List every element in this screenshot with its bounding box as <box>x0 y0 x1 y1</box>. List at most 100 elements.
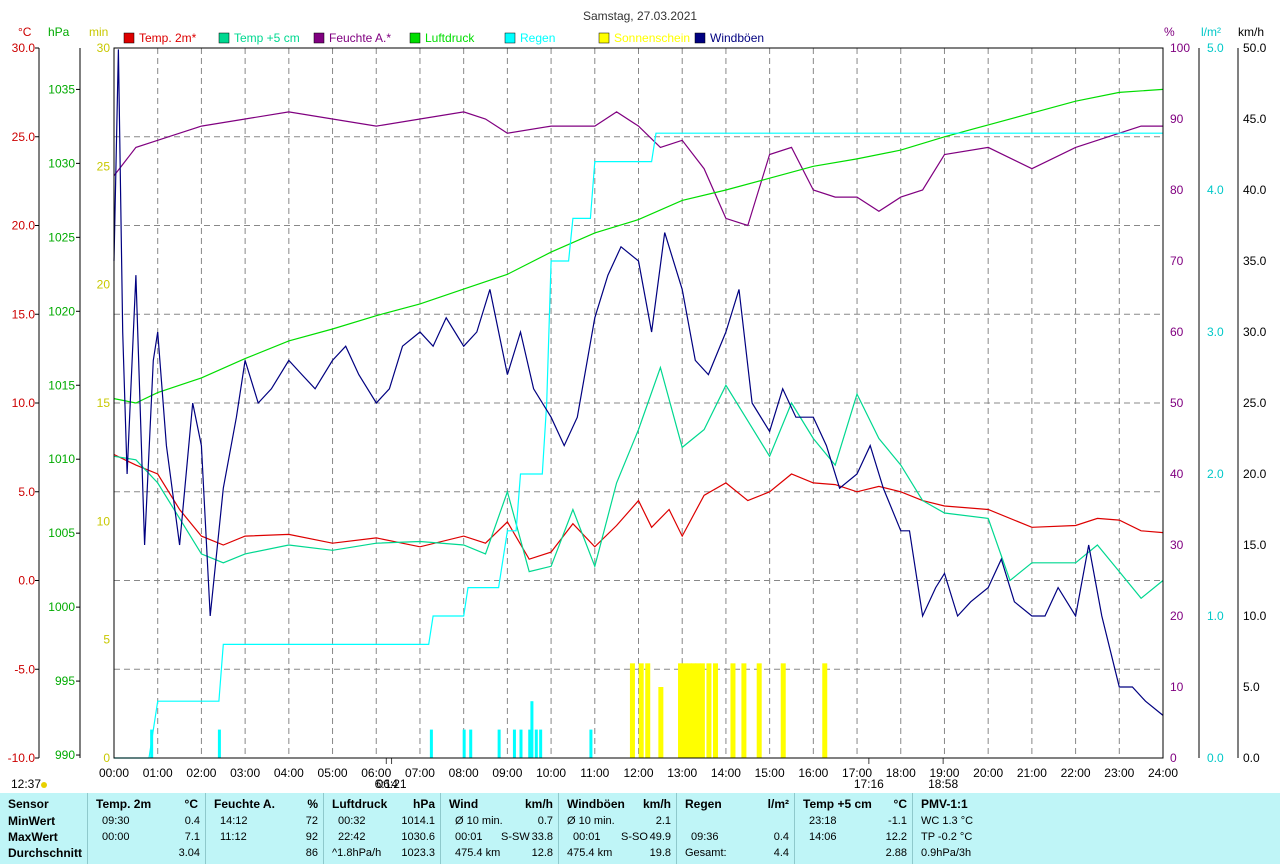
wind-unit: km/h <box>524 797 553 811</box>
pressure-unit-label: hPa <box>48 25 70 39</box>
summary-col-sensor: Sensor MinWert MaxWert Durchschnitt <box>0 793 87 864</box>
sunshine-bar <box>712 663 718 758</box>
marker-label: 18:58 <box>928 777 958 791</box>
marker-label: 12:37 <box>11 777 41 791</box>
legend-swatch <box>598 32 610 44</box>
rain-tick-label: 1.0 <box>1207 609 1224 623</box>
sunshine-bar <box>695 663 701 758</box>
rain-bar <box>589 729 593 758</box>
gusts-unit: km/h <box>642 797 671 811</box>
legend-label: Temp. 2m* <box>139 31 197 45</box>
humidity-tick-label: 80 <box>1170 183 1184 197</box>
gusts-header: Windböen <box>567 797 625 811</box>
humidity-tick-label: 50 <box>1170 396 1184 410</box>
gusts-max-dir: S-SO <box>621 831 648 843</box>
pressure-header: Luftdruck <box>332 797 388 811</box>
x-tick-label: 16:00 <box>798 766 828 780</box>
sunshine-bar <box>706 663 712 758</box>
wind-tick-label: 0.0 <box>1243 751 1260 765</box>
rain-bar <box>462 729 466 758</box>
pressure-tick-label: 990 <box>55 748 75 762</box>
temp-tick-label: 0.0 <box>18 574 35 588</box>
summary-col-humidity: Feuchte A. % 14:12 72 11:12 92 86 <box>205 793 324 864</box>
temp5cm-max-time: 14:06 <box>809 831 837 843</box>
row-label-avg: Durchschnitt <box>8 846 83 860</box>
x-tick-label: 24:00 <box>1148 766 1178 780</box>
summary-col-rain: Regen l/m² 09:36 0.4 Gesamt: 4.4 <box>676 793 795 864</box>
chart-title: Samstag, 27.03.2021 <box>583 9 697 23</box>
legend-swatch <box>313 32 325 44</box>
humidity-tick-label: 30 <box>1170 538 1184 552</box>
wind-min: 0.7 <box>537 815 553 827</box>
sun-marker-icon <box>41 782 47 788</box>
temp2m-header: Temp. 2m <box>96 797 152 811</box>
wind-tick-label: 30.0 <box>1243 325 1267 339</box>
humidity-min-time: 14:12 <box>220 815 248 827</box>
x-tick-label: 01:00 <box>143 766 173 780</box>
rain-bar <box>429 729 433 758</box>
sun-tick-label: 5 <box>103 633 110 647</box>
rain-bar <box>519 729 523 758</box>
humidity-unit-label: % <box>1164 25 1175 39</box>
marker-label: 17:16 <box>854 777 884 791</box>
sun-unit-label: min <box>89 25 108 39</box>
temp-unit-label: °C <box>18 25 32 39</box>
pressure-min: 1014.1 <box>401 815 435 827</box>
humidity-max-time: 11:12 <box>220 831 247 843</box>
legend-label: Temp +5 cm <box>234 31 300 45</box>
wind-tick-label: 15.0 <box>1243 538 1267 552</box>
rain-tick-label: 2.0 <box>1207 467 1224 481</box>
x-tick-label: 04:00 <box>274 766 304 780</box>
humidity-header: Feuchte A. <box>214 797 275 811</box>
x-tick-label: 23:00 <box>1104 766 1134 780</box>
wind-tick-label: 20.0 <box>1243 467 1267 481</box>
pressure-tick-label: 1000 <box>48 600 75 614</box>
wind-max-time: 00:01 <box>455 831 483 843</box>
x-tick-label: 05:00 <box>318 766 348 780</box>
sun-tick-label: 25 <box>97 159 111 173</box>
legend-swatch <box>409 32 421 44</box>
summary-col-wind: Wind km/h Ø 10 min. 0.7 00:01 S-SW 33.8 … <box>440 793 559 864</box>
pressure-tick-label: 1035 <box>48 82 75 96</box>
wind-tick-label: 40.0 <box>1243 183 1267 197</box>
rain-tick-label: 4.0 <box>1207 183 1224 197</box>
sun-tick-label: 10 <box>97 514 111 528</box>
legend-label: Regen <box>520 31 555 45</box>
sunshine-bar <box>678 663 684 758</box>
pressure-avg: 1023.3 <box>401 847 435 859</box>
temp-tick-label: 20.0 <box>12 219 36 233</box>
x-tick-label: 12:00 <box>623 766 653 780</box>
humidity-tick-label: 40 <box>1170 467 1184 481</box>
rain-unit: l/m² <box>767 797 789 811</box>
pressure-tick-label: 1005 <box>48 526 75 540</box>
x-tick-label: 10:00 <box>536 766 566 780</box>
gusts-distance: 475.4 km <box>567 847 613 859</box>
wind-max: 33.8 <box>531 831 553 843</box>
sunshine-bar <box>682 663 688 758</box>
pmv-trend: 0.9hPa/3h <box>921 847 972 859</box>
pressure-max: 1030.6 <box>401 831 435 843</box>
row-label-min: MinWert <box>8 814 56 828</box>
summary-col-gusts: Windböen km/h Ø 10 min. 2.1 00:01 S-SO 4… <box>558 793 677 864</box>
x-tick-label: 07:00 <box>405 766 435 780</box>
humidity-tick-label: 70 <box>1170 254 1184 268</box>
temp2m-min-time: 09:30 <box>102 815 130 827</box>
summary-col-pressure: Luftdruck hPa 00:32 1014.1 22:42 1030.6 … <box>323 793 441 864</box>
series-line-regen <box>114 132 1163 759</box>
humidity-avg: 86 <box>305 847 318 859</box>
rain-bar <box>497 729 501 758</box>
temp2m-avg: 3.04 <box>178 847 200 859</box>
legend-label: Luftdruck <box>425 31 475 45</box>
temp5cm-min: -1.1 <box>888 815 907 827</box>
sunshine-bar <box>658 687 664 758</box>
x-tick-label: 13:00 <box>667 766 697 780</box>
rain-tick-label: 5.0 <box>1207 41 1224 55</box>
wind-header: Wind <box>449 797 479 811</box>
rain-total-label: Gesamt: <box>685 847 727 859</box>
x-tick-label: 11:00 <box>580 766 609 780</box>
temp2m-max: 7.1 <box>184 831 200 843</box>
sunshine-bar <box>699 663 705 758</box>
x-tick-label: 15:00 <box>755 766 785 780</box>
rain-tick-label: 0.0 <box>1207 751 1224 765</box>
humidity-max: 92 <box>305 831 318 843</box>
